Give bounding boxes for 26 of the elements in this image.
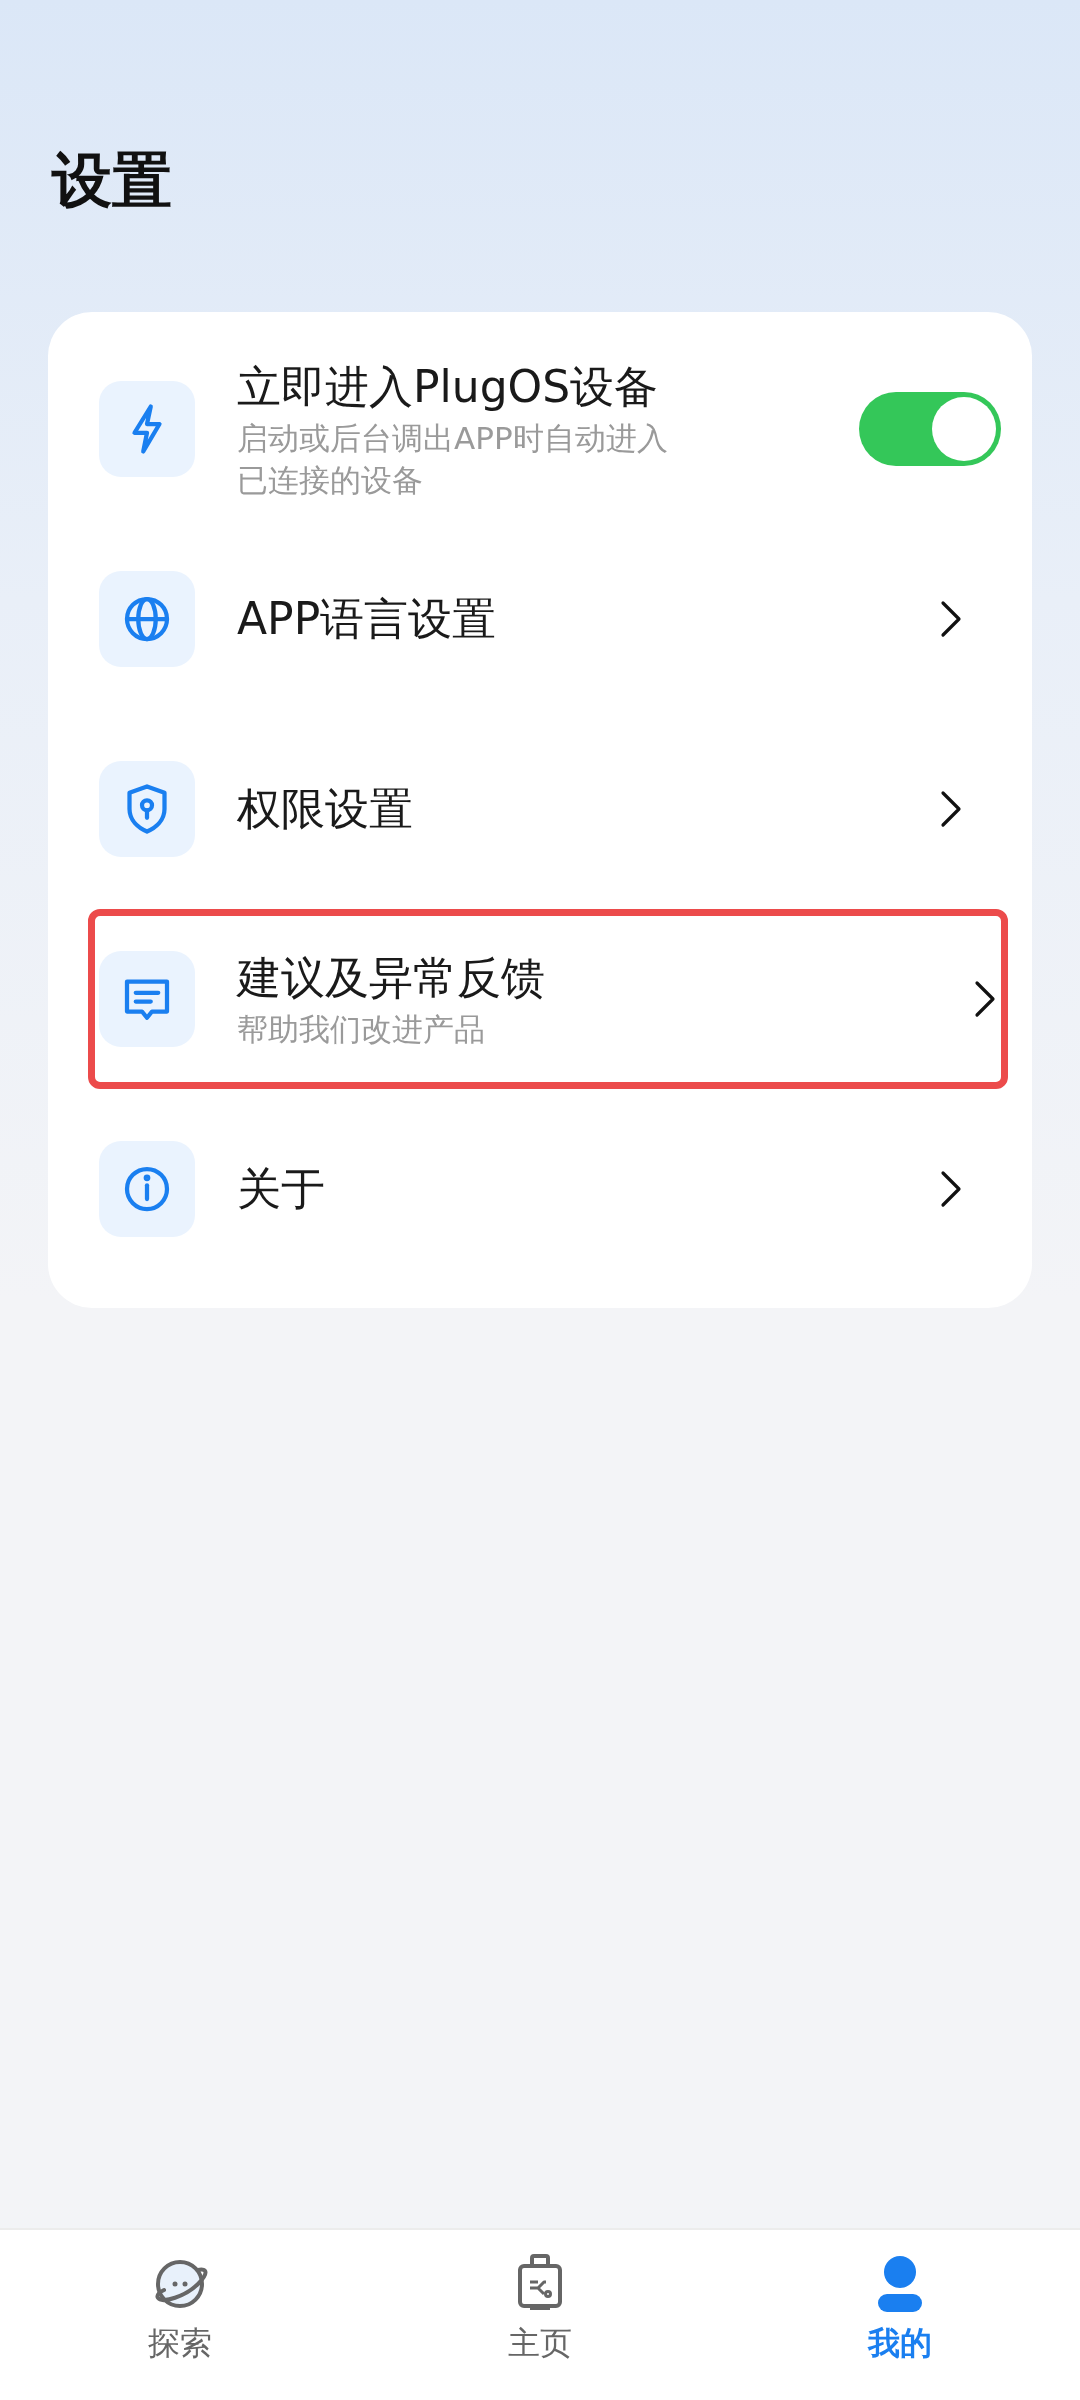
setting-label: 立即进入PlugOS设备 bbox=[237, 360, 660, 414]
setting-description: 已连接的设备 bbox=[237, 461, 424, 500]
settings-row[interactable]: 立即进入PlugOS设备 启动或后台调出APP时自动进入 已连接的设备 bbox=[88, 334, 1008, 524]
info-icon bbox=[99, 1141, 195, 1237]
chevron-right-icon bbox=[939, 789, 963, 829]
globe-icon bbox=[99, 571, 195, 667]
bolt-icon bbox=[99, 381, 195, 477]
setting-label: 关于 bbox=[237, 1162, 326, 1216]
settings-row[interactable]: 关于 bbox=[88, 1094, 1008, 1284]
settings-row[interactable]: 权限设置 bbox=[88, 714, 1008, 904]
setting-description: 启动或后台调出APP时自动进入 bbox=[237, 419, 669, 458]
page-title: 设置 bbox=[52, 144, 173, 217]
tab-bar-item[interactable]: 主页 bbox=[360, 2230, 720, 2400]
tab-bar-item[interactable]: 探索 bbox=[0, 2230, 360, 2400]
chevron-right-icon bbox=[973, 979, 997, 1019]
tab-bar-item[interactable]: 我的 bbox=[720, 2230, 1080, 2400]
message-icon bbox=[99, 951, 195, 1047]
setting-label: 权限设置 bbox=[237, 782, 414, 836]
chevron-right-icon bbox=[939, 599, 963, 639]
setting-label: 建议及异常反馈 bbox=[237, 951, 546, 1005]
setting-description: 帮助我们改进产品 bbox=[237, 1010, 486, 1049]
settings-row[interactable]: 建议及异常反馈 帮助我们改进产品 bbox=[88, 909, 1008, 1089]
chevron-right-icon bbox=[939, 1169, 963, 1209]
shield-icon bbox=[99, 761, 195, 857]
setting-label: APP语言设置 bbox=[237, 592, 498, 646]
settings-row[interactable]: APP语言设置 bbox=[88, 524, 1008, 714]
